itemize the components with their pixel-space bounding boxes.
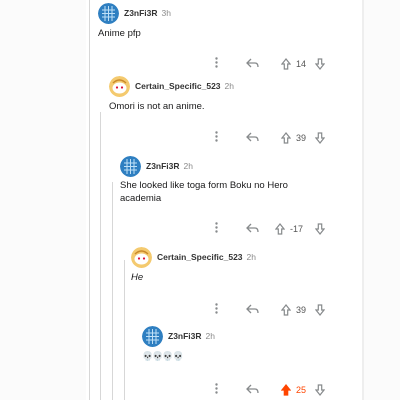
vote-score: 39 bbox=[296, 305, 307, 315]
more-dots-icon[interactable] bbox=[215, 131, 218, 142]
username[interactable]: Z3nFi3R bbox=[146, 161, 180, 171]
more-dots-icon[interactable] bbox=[215, 383, 218, 394]
timestamp: 2h bbox=[224, 81, 234, 91]
comment-body: Omori is not an anime. bbox=[109, 101, 205, 112]
vote-score: 39 bbox=[296, 133, 307, 143]
thread-line-level-4[interactable] bbox=[124, 260, 125, 400]
timestamp: 3h bbox=[161, 8, 171, 18]
user-avatar[interactable] bbox=[131, 247, 152, 268]
username[interactable]: Certain_Specific_523 bbox=[157, 252, 243, 262]
comment-body: He bbox=[131, 272, 144, 283]
username[interactable]: Z3nFi3R bbox=[124, 8, 158, 18]
upvote-icon[interactable] bbox=[281, 58, 291, 70]
snoo-avatar-icon bbox=[131, 247, 152, 268]
reply-icon[interactable] bbox=[246, 132, 259, 143]
downvote-icon[interactable] bbox=[315, 58, 325, 70]
downvote-icon[interactable] bbox=[315, 132, 325, 144]
reply-icon[interactable] bbox=[246, 58, 259, 69]
comment-actions: 14 bbox=[215, 57, 327, 72]
thread-line-level-3[interactable] bbox=[112, 182, 113, 400]
upvote-icon[interactable] bbox=[281, 304, 291, 316]
thread-line-level-1[interactable] bbox=[89, 0, 90, 400]
thread-line-level-2[interactable] bbox=[100, 112, 101, 400]
panel-edge bbox=[362, 0, 364, 400]
user-avatar[interactable] bbox=[142, 326, 163, 347]
more-dots-icon[interactable] bbox=[215, 303, 218, 314]
downvote-icon[interactable] bbox=[315, 304, 325, 316]
username[interactable]: Z3nFi3R bbox=[168, 331, 202, 341]
reply-icon[interactable] bbox=[246, 384, 259, 395]
vote-score: 25 bbox=[296, 385, 307, 395]
reply-icon[interactable] bbox=[246, 304, 259, 315]
username[interactable]: Certain_Specific_523 bbox=[135, 81, 221, 91]
blue-cube-avatar-icon bbox=[98, 3, 119, 24]
upvote-icon[interactable] bbox=[281, 132, 291, 144]
downvote-icon[interactable] bbox=[315, 223, 325, 235]
vote-score: -17 bbox=[290, 224, 304, 234]
user-avatar[interactable] bbox=[109, 76, 130, 97]
comment-actions: 39 bbox=[215, 131, 327, 146]
more-dots-icon[interactable] bbox=[215, 57, 218, 68]
timestamp: 2h bbox=[183, 161, 193, 171]
timestamp: 2h bbox=[246, 252, 256, 262]
comment-body: 💀💀💀💀 bbox=[142, 351, 184, 361]
downvote-icon[interactable] bbox=[315, 384, 325, 396]
user-avatar[interactable] bbox=[120, 156, 141, 177]
blue-cube-avatar-icon bbox=[120, 156, 141, 177]
timestamp: 2h bbox=[205, 331, 215, 341]
snoo-avatar-icon bbox=[109, 76, 130, 97]
more-dots-icon[interactable] bbox=[215, 222, 218, 233]
upvote-icon[interactable] bbox=[281, 384, 291, 396]
comment-body: Anime pfp bbox=[98, 28, 141, 39]
user-avatar[interactable] bbox=[98, 3, 119, 24]
comment-body: She looked like toga form Boku no Hero a… bbox=[120, 180, 288, 204]
upvote-icon[interactable] bbox=[275, 223, 285, 235]
reply-icon[interactable] bbox=[246, 223, 259, 234]
comment-actions: 25 bbox=[215, 383, 327, 398]
vote-score: 14 bbox=[296, 59, 307, 69]
comment-actions: -17 bbox=[215, 222, 327, 237]
blue-cube-avatar-icon bbox=[142, 326, 163, 347]
comment-actions: 39 bbox=[215, 303, 327, 318]
